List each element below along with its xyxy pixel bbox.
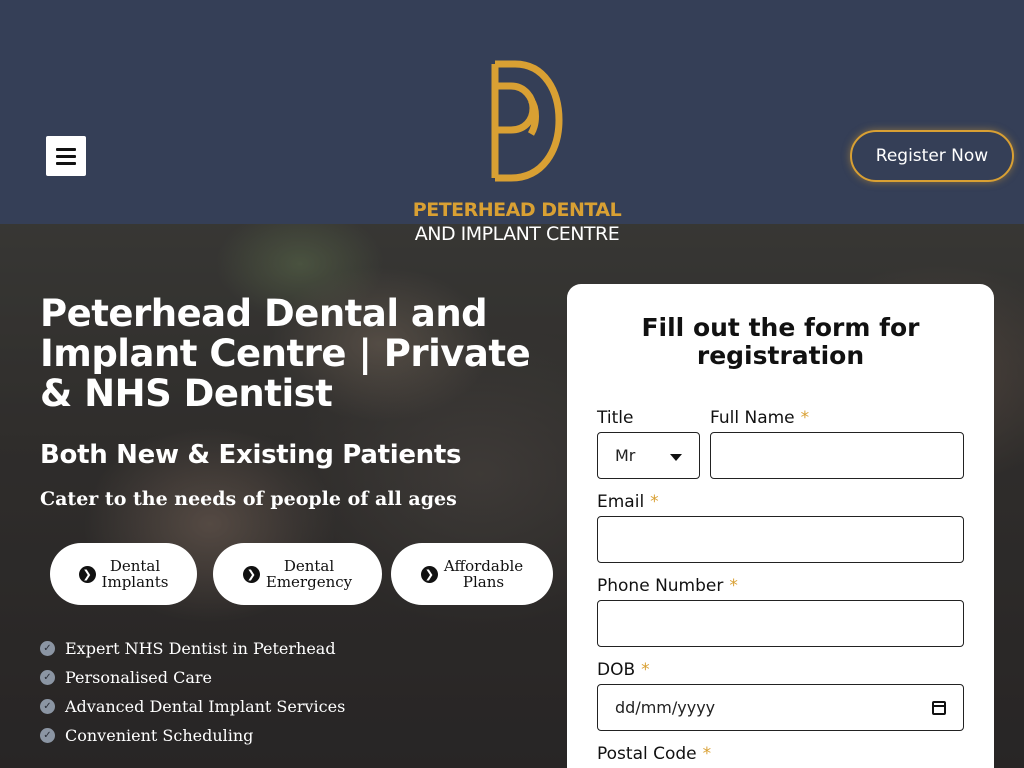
hero-title: Peterhead Dental and Implant Centre | Pr… <box>40 292 531 415</box>
check-circle-icon: ✓ <box>40 728 55 743</box>
email-label: Email * <box>597 492 659 512</box>
hero-subtitle: Both New & Existing Patients <box>40 440 462 470</box>
check-circle-icon: ✓ <box>40 699 55 714</box>
full-name-label-text: Full Name <box>710 408 795 428</box>
required-marker: * <box>650 492 659 512</box>
dental-implants-label: Dental Implants <box>101 557 169 591</box>
dental-implants-button[interactable]: ❯ Dental Implants <box>50 543 197 605</box>
full-name-label: Full Name * <box>710 408 809 428</box>
required-marker: * <box>800 408 810 428</box>
check-circle-icon: ✓ <box>40 641 55 656</box>
postal-code-label: Postal Code * <box>597 744 711 764</box>
site-header: PETERHEAD DENTAL AND IMPLANT CENTRE Regi… <box>0 0 1024 245</box>
check-circle-icon: ✓ <box>40 670 55 685</box>
required-marker: * <box>729 576 738 596</box>
feature-text: Advanced Dental Implant Services <box>65 697 346 716</box>
menu-bar-icon <box>56 154 76 158</box>
list-item: ✓ Expert NHS Dentist in Peterhead <box>40 634 345 663</box>
dental-emergency-button[interactable]: ❯ Dental Emergency <box>213 543 382 605</box>
phone-input[interactable] <box>597 600 964 647</box>
dob-placeholder: dd/mm/yyyy <box>615 698 716 717</box>
affordable-plans-button[interactable]: ❯ Affordable Plans <box>391 543 553 605</box>
title-select-value: Mr <box>615 446 636 465</box>
registration-form-card: Fill out the form for registration Title… <box>567 284 994 768</box>
title-label-text: Title <box>597 408 634 428</box>
email-label-text: Email <box>597 492 645 512</box>
list-item: ✓ Advanced Dental Implant Services <box>40 692 345 721</box>
affordable-plans-label: Affordable Plans <box>443 557 524 591</box>
menu-bar-icon <box>56 161 76 165</box>
logo-name: PETERHEAD DENTAL <box>412 199 622 221</box>
required-marker: * <box>641 660 650 680</box>
hamburger-menu-button[interactable] <box>46 136 86 176</box>
site-logo[interactable]: PETERHEAD DENTAL AND IMPLANT CENTRE <box>400 56 634 248</box>
dental-emergency-label: Dental Emergency <box>265 557 353 591</box>
chevron-right-circle-icon: ❯ <box>78 565 96 583</box>
title-label: Title <box>597 408 633 428</box>
chevron-right-circle-icon: ❯ <box>242 565 260 583</box>
caret-down-icon <box>670 454 682 461</box>
chevron-right-circle-icon: ❯ <box>420 565 438 583</box>
feature-text: Expert NHS Dentist in Peterhead <box>65 639 336 658</box>
dob-date-input[interactable]: dd/mm/yyyy <box>597 684 964 731</box>
feature-list: ✓ Expert NHS Dentist in Peterhead ✓ Pers… <box>40 634 345 750</box>
feature-text: Convenient Scheduling <box>65 726 254 745</box>
register-now-button[interactable]: Register Now <box>850 130 1014 182</box>
postal-code-label-text: Postal Code <box>597 744 697 764</box>
feature-text: Personalised Care <box>65 668 212 687</box>
dob-label-text: DOB <box>597 660 636 680</box>
hero-tagline: Cater to the needs of people of all ages <box>40 488 457 510</box>
menu-bar-icon <box>56 147 76 151</box>
form-title: Fill out the form for registration <box>641 313 920 370</box>
dob-label: DOB * <box>597 660 650 680</box>
title-select[interactable]: Mr <box>597 432 700 479</box>
list-item: ✓ Convenient Scheduling <box>40 721 345 750</box>
phone-label-text: Phone Number <box>597 576 724 596</box>
logo-subname: AND IMPLANT CENTRE <box>414 223 620 245</box>
pd-monogram-logo-icon <box>491 60 563 182</box>
email-input[interactable] <box>597 516 964 563</box>
full-name-input[interactable] <box>710 432 964 479</box>
calendar-icon[interactable] <box>932 700 946 715</box>
list-item: ✓ Personalised Care <box>40 663 345 692</box>
phone-label: Phone Number * <box>597 576 738 596</box>
required-marker: * <box>702 744 712 764</box>
